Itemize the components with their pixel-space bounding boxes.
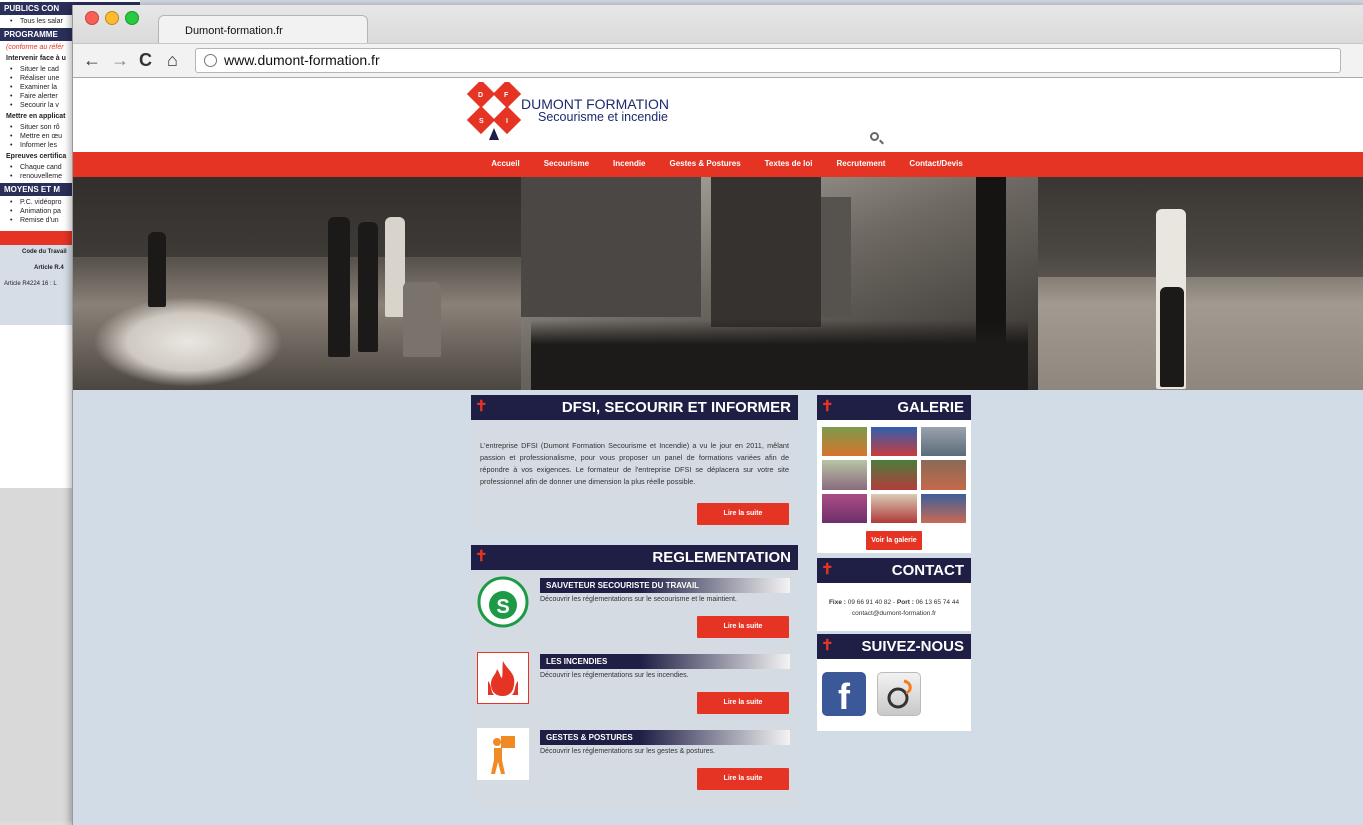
- gallery-box: ✝ GALERIE Voir la galerie: [817, 395, 971, 553]
- regulation-item-desc: Découvrir les réglementations sur les ge…: [540, 748, 715, 755]
- main-nav: Accueil Secourisme Incendie Gestes & Pos…: [73, 152, 1363, 177]
- browser-chrome: Dumont-formation.fr ← → C ⌂ www.dumont-f…: [73, 5, 1363, 78]
- nav-contact-devis[interactable]: Contact/Devis: [897, 152, 974, 177]
- gallery-thumb[interactable]: [870, 493, 917, 524]
- hero-photo-crowd: [521, 177, 1038, 390]
- gallery-thumb[interactable]: [870, 459, 917, 490]
- sst-badge-icon: S: [477, 576, 529, 628]
- gallery-thumb[interactable]: [870, 426, 917, 457]
- about-header: ✝ DFSI, SECOURIR ET INFORMER: [471, 395, 798, 420]
- social-title: SUIVEZ-NOUS: [861, 638, 964, 655]
- gallery-title: GALERIE: [897, 399, 964, 416]
- nav-recrutement[interactable]: Recrutement: [825, 152, 898, 177]
- contact-phones: Fixe : 09 66 91 40 82 - Port : 06 13 65 …: [817, 597, 971, 608]
- gallery-thumb[interactable]: [821, 459, 868, 490]
- brand-subtitle: Secourisme et incendie: [521, 111, 669, 124]
- port-number[interactable]: 06 13 65 74 44: [916, 599, 959, 606]
- sst-read-more-button[interactable]: Lire la suite: [697, 616, 789, 638]
- close-window-button[interactable]: [85, 11, 99, 25]
- about-title: DFSI, SECOURIR ET INFORMER: [562, 399, 791, 416]
- logo-letter: I: [506, 118, 508, 125]
- reload-icon[interactable]: C: [139, 50, 152, 70]
- port-label: Port :: [897, 599, 914, 606]
- regulation-item-postures: GESTES & POSTURES Découvrir les réglemen…: [477, 728, 793, 804]
- tab-title: Dumont-formation.fr: [185, 25, 283, 37]
- about-text: L'entreprise DFSI (Dumont Formation Seco…: [471, 420, 798, 488]
- gallery-header: ✝ GALERIE: [817, 395, 971, 420]
- nav-textes-de-loi[interactable]: Textes de loi: [753, 152, 825, 177]
- brand-text[interactable]: DUMONT FORMATION Secourisme et incendie: [521, 98, 669, 124]
- contact-title: CONTACT: [892, 562, 964, 579]
- browser-toolbar: ← → C ⌂ www.dumont-formation.fr: [73, 43, 1363, 77]
- fire-read-more-button[interactable]: Lire la suite: [697, 692, 789, 714]
- contact-box: ✝ CONTACT Fixe : 09 66 91 40 82 - Port :…: [817, 558, 971, 631]
- gallery-thumb[interactable]: [821, 426, 868, 457]
- about-box: ✝ DFSI, SECOURIR ET INFORMER L'entrepris…: [471, 395, 798, 532]
- gallery-grid[interactable]: [821, 426, 967, 524]
- home-icon[interactable]: ⌂: [167, 50, 178, 70]
- viadeo-icon[interactable]: [877, 672, 921, 716]
- nav-secourisme[interactable]: Secourisme: [532, 152, 601, 177]
- social-box: ✝ SUIVEZ-NOUS f: [817, 634, 971, 731]
- url-text: www.dumont-formation.fr: [224, 52, 380, 68]
- gallery-thumb[interactable]: [920, 493, 967, 524]
- nav-gestes-postures[interactable]: Gestes & Postures: [658, 152, 753, 177]
- regulation-item-desc: Découvrir les réglementations sur les in…: [540, 672, 689, 679]
- dfsi-logo[interactable]: D F S I: [465, 82, 523, 144]
- nav-accueil[interactable]: Accueil: [479, 152, 531, 177]
- contact-email[interactable]: contact@dumont-formation.fr: [817, 608, 971, 619]
- gallery-thumb[interactable]: [920, 459, 967, 490]
- social-header: ✝ SUIVEZ-NOUS: [817, 634, 971, 659]
- logo-letter: D: [478, 92, 483, 99]
- regulation-item-title: GESTES & POSTURES: [540, 730, 790, 745]
- dfsi-mark-icon: ✝: [475, 550, 489, 564]
- site-header: D F S I DUMONT FORMATION Secourisme et i…: [73, 78, 1363, 152]
- regulation-item-title: LES INCENDIES: [540, 654, 790, 669]
- globe-icon: [204, 54, 217, 67]
- contact-details: Fixe : 09 66 91 40 82 - Port : 06 13 65 …: [817, 583, 971, 619]
- browser-tab[interactable]: Dumont-formation.fr: [158, 15, 368, 43]
- website: D F S I DUMONT FORMATION Secourisme et i…: [73, 78, 1363, 825]
- browser-window: Dumont-formation.fr ← → C ⌂ www.dumont-f…: [72, 5, 1363, 825]
- facebook-icon[interactable]: f: [822, 672, 866, 716]
- fire-icon: [477, 652, 529, 704]
- hero-banner: [73, 177, 1363, 390]
- dfsi-mark-icon: ✝: [821, 563, 835, 577]
- dfsi-mark-icon: ✝: [821, 400, 835, 414]
- lifting-box-icon: [477, 728, 529, 780]
- about-read-more-button[interactable]: Lire la suite: [697, 503, 789, 525]
- regulation-item-title: SAUVETEUR SECOURISTE DU TRAVAIL: [540, 578, 790, 593]
- regulation-box: ✝ REGLEMENTATION S SAUVETEUR SECOURISTE …: [471, 545, 798, 809]
- desktop-strip: [0, 488, 74, 821]
- address-bar[interactable]: www.dumont-formation.fr: [195, 48, 1341, 73]
- regulation-item-desc: Découvrir les réglementations sur le sec…: [540, 596, 737, 603]
- gallery-thumb[interactable]: [920, 426, 967, 457]
- regulation-item-sst: S SAUVETEUR SECOURISTE DU TRAVAIL Découv…: [477, 576, 793, 652]
- nav-incendie[interactable]: Incendie: [601, 152, 657, 177]
- fixe-label: Fixe :: [829, 599, 846, 606]
- contact-header: ✝ CONTACT: [817, 558, 971, 583]
- view-gallery-button[interactable]: Voir la galerie: [866, 531, 922, 550]
- hero-photo-extinguisher: [73, 177, 521, 390]
- regulation-title: REGLEMENTATION: [652, 549, 791, 566]
- fixe-number[interactable]: 09 66 91 40 82: [848, 599, 891, 606]
- logo-letter: S: [479, 118, 484, 125]
- svg-text:S: S: [496, 596, 509, 618]
- zoom-window-button[interactable]: [125, 11, 139, 25]
- regulation-item-fire: LES INCENDIES Découvrir les réglementati…: [477, 652, 793, 728]
- gallery-thumb[interactable]: [821, 493, 868, 524]
- dfsi-mark-icon: ✝: [821, 639, 835, 653]
- back-arrow-icon[interactable]: ←: [83, 50, 101, 70]
- postures-read-more-button[interactable]: Lire la suite: [697, 768, 789, 790]
- hero-photo-hose: [1038, 177, 1363, 390]
- minimize-window-button[interactable]: [105, 11, 119, 25]
- regulation-header: ✝ REGLEMENTATION: [471, 545, 798, 570]
- forward-arrow-icon[interactable]: →: [111, 50, 129, 70]
- dfsi-mark-icon: ✝: [475, 400, 489, 414]
- search-icon[interactable]: [870, 132, 879, 141]
- logo-letter: F: [504, 92, 509, 99]
